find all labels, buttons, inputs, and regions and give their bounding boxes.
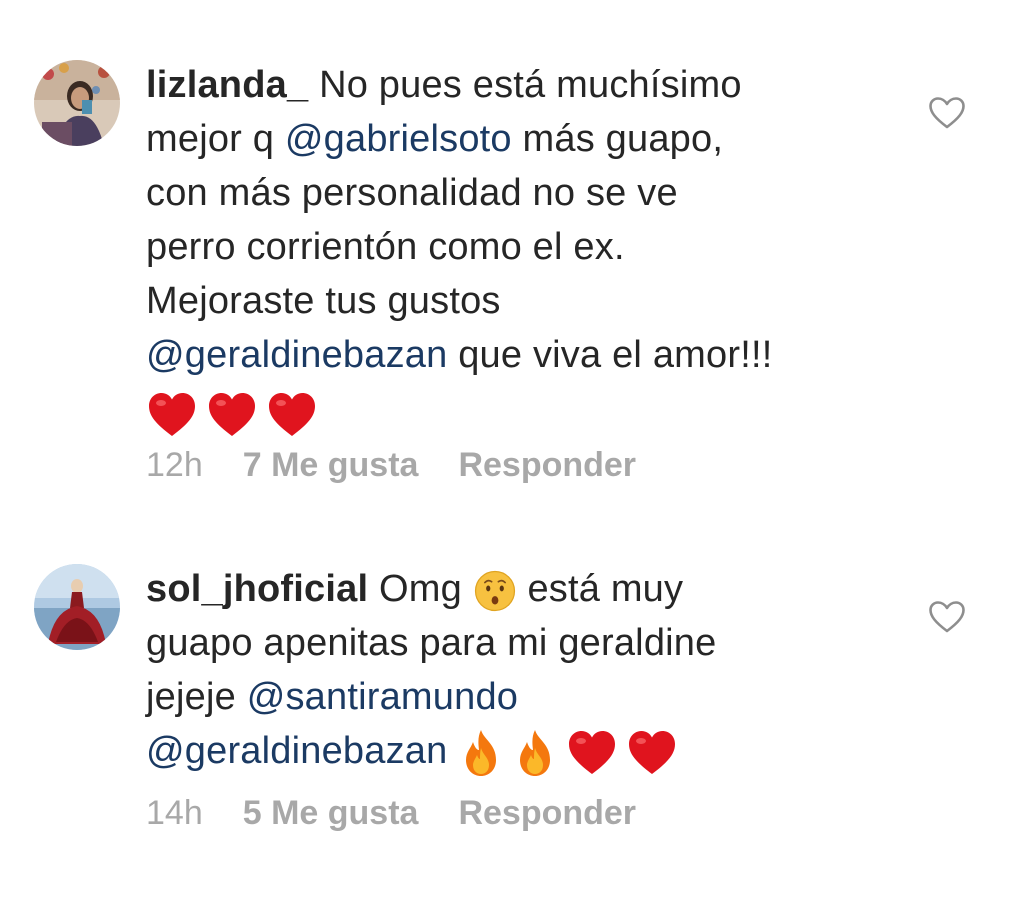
- red-heart-icon: [626, 727, 678, 779]
- comment-text-segment: guapo apenitas para mi geraldine: [146, 622, 717, 664]
- comment-text-segment: con más personalidad no se ve: [146, 172, 678, 214]
- comment-line: [146, 382, 866, 441]
- comment-text-segment: Mejoraste tus gustos: [146, 280, 501, 322]
- comment-text-segment: más guapo,: [511, 118, 724, 160]
- comment-text: sol_jhoficial Omg está muy guapo apenita…: [146, 562, 866, 779]
- reply-button[interactable]: Responder: [458, 446, 636, 484]
- comment-line: sol_jhoficial Omg está muy: [146, 562, 866, 616]
- mention-link[interactable]: @gabrielsoto: [285, 118, 512, 160]
- comment-line: mejor q @gabrielsoto más guapo,: [146, 112, 866, 166]
- comment-text-segment: No pues está muchísimo: [308, 64, 742, 106]
- comment-line: Mejoraste tus gustos: [146, 274, 866, 328]
- username-link[interactable]: sol_jhoficial: [146, 568, 368, 610]
- reply-button[interactable]: Responder: [458, 794, 636, 832]
- comment-text-segment: jejeje: [146, 676, 247, 718]
- red-heart-icon: [146, 389, 198, 441]
- comment-meta: 12h 7 Me gusta Responder: [146, 446, 676, 485]
- mention-link[interactable]: @geraldinebazan: [146, 730, 447, 772]
- red-heart-icon: [566, 727, 618, 779]
- comment-timestamp: 14h: [146, 794, 203, 832]
- like-heart-icon[interactable]: [928, 96, 966, 130]
- likes-count-link[interactable]: 7 Me gusta: [243, 446, 419, 484]
- emoji-row: [458, 727, 678, 779]
- avatar-photo-icon: [34, 60, 120, 146]
- comment-line: perro corrientón como el ex.: [146, 220, 866, 274]
- likes-count-link[interactable]: 5 Me gusta: [243, 794, 419, 832]
- comment-line: lizlanda_ No pues está muchísimo: [146, 58, 866, 112]
- hushed-face-icon: [473, 569, 517, 613]
- comment-line: con más personalidad no se ve: [146, 166, 866, 220]
- comment-text-segment: perro corrientón como el ex.: [146, 226, 625, 268]
- comment-line: @geraldinebazan: [146, 724, 866, 779]
- mention-link[interactable]: @geraldinebazan: [146, 334, 447, 376]
- comment-line: jejeje @santiramundo: [146, 670, 866, 724]
- comment-line: @geraldinebazan que viva el amor!!!: [146, 328, 866, 382]
- comment-line: guapo apenitas para mi geraldine: [146, 616, 866, 670]
- avatar[interactable]: [34, 564, 120, 650]
- fire-icon: [512, 728, 558, 778]
- emoji-row: [146, 389, 318, 441]
- fire-icon: [458, 728, 504, 778]
- comment-meta: 14h 5 Me gusta Responder: [146, 794, 676, 833]
- comment-text-segment: está muy: [516, 568, 684, 610]
- comment-timestamp: 12h: [146, 446, 203, 484]
- red-heart-icon: [266, 389, 318, 441]
- comment-text-segment: Omg: [368, 568, 473, 610]
- red-heart-icon: [206, 389, 258, 441]
- like-heart-icon[interactable]: [928, 600, 966, 634]
- mention-link[interactable]: @santiramundo: [247, 676, 518, 718]
- avatar-photo-icon: [34, 564, 120, 650]
- username-link[interactable]: lizlanda_: [146, 64, 308, 106]
- comment-text-segment: que viva el amor!!!: [447, 334, 773, 376]
- comment-text-segment: mejor q: [146, 118, 285, 160]
- avatar[interactable]: [34, 60, 120, 146]
- comment-text: lizlanda_ No pues está muchísimo mejor q…: [146, 58, 866, 441]
